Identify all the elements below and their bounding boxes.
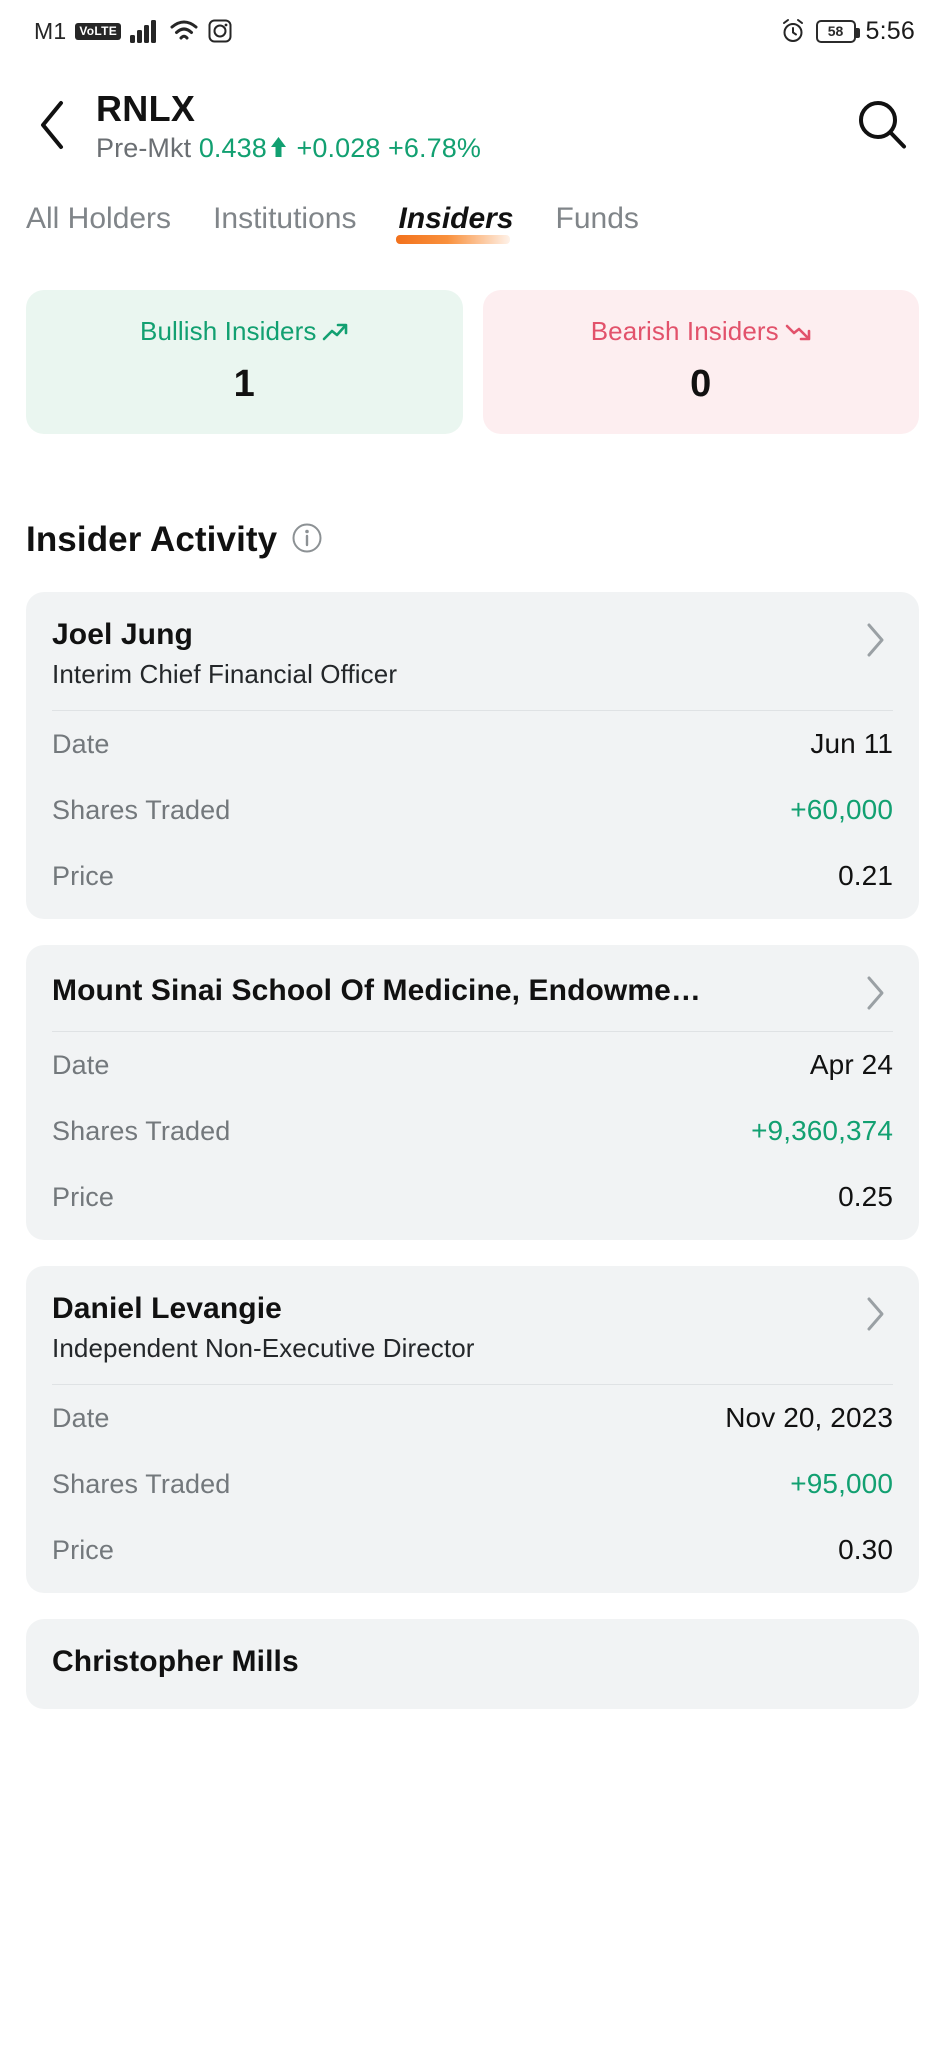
bullish-insiders-label: Bullish Insiders [140, 316, 317, 346]
insider-name: Joel Jung [52, 618, 193, 651]
row-label-date: Date [52, 728, 110, 759]
tab-label: Institutions [213, 202, 357, 235]
status-bar: M1 VoLTE 58 5:56 [0, 0, 945, 62]
insider-card[interactable]: Joel Jung Interim Chief Financial Office… [26, 592, 919, 919]
chevron-right-icon[interactable] [859, 1292, 893, 1332]
insider-shares-row: Shares Traded +60,000 [52, 777, 893, 843]
tab-label: Funds [555, 202, 639, 235]
tab-all-holders[interactable]: All Holders [26, 202, 171, 246]
trend-up-icon [322, 318, 348, 349]
insider-price-row: Price 0.21 [52, 843, 893, 909]
signal-bars-icon [130, 19, 160, 43]
insider-identity: Mount Sinai School Of Medicine, Endowme… [52, 974, 859, 1008]
sentiment-summary: Bullish Insiders 1 Bearish Insiders 0 [0, 246, 945, 434]
status-bar-left: M1 VoLTE [34, 18, 232, 45]
row-label-shares-traded: Shares Traded [52, 794, 231, 825]
session-label: Pre-Mkt [96, 133, 192, 164]
header-title-block: RNLX Pre-Mkt 0.438 +0.028 +6.78% [96, 87, 849, 165]
insider-activity-list: Joel Jung Interim Chief Financial Office… [0, 560, 945, 1709]
arrow-up-icon [270, 134, 287, 165]
status-bar-right: 58 5:56 [780, 17, 915, 46]
search-button[interactable] [849, 94, 915, 160]
insider-identity: Daniel Levangie Independent Non-Executiv… [52, 1292, 859, 1364]
insider-price-value: 0.21 [838, 860, 893, 891]
carrier-label: M1 [34, 17, 67, 44]
tab-insiders[interactable]: Insiders [396, 202, 514, 246]
insider-shares-value: +9,360,374 [751, 1115, 893, 1146]
insider-card-header[interactable]: Christopher Mills [52, 1645, 893, 1699]
row-label-shares-traded: Shares Traded [52, 1468, 231, 1499]
row-label-shares-traded: Shares Traded [52, 1115, 231, 1146]
insider-name: Christopher Mills [52, 1645, 299, 1678]
chevron-right-icon[interactable] [859, 971, 893, 1011]
search-icon [854, 97, 910, 158]
insider-card-header[interactable]: Joel Jung Interim Chief Financial Office… [52, 618, 893, 710]
active-tab-underline [396, 235, 510, 244]
clock-label: 5:56 [865, 16, 915, 45]
insider-name: Mount Sinai School Of Medicine, Endowme… [52, 974, 702, 1007]
insider-date-row: Date Jun 11 [52, 711, 893, 777]
page-title: Insider Activity [26, 520, 278, 559]
insider-identity: Christopher Mills [52, 1645, 893, 1679]
tab-label: Insiders [398, 202, 514, 235]
quote-change: +0.028 [296, 133, 381, 164]
chevron-right-icon[interactable] [859, 618, 893, 658]
volte-badge: VoLTE [75, 22, 122, 40]
insider-date-value: Apr 24 [809, 1049, 893, 1080]
bullish-insiders-label-row: Bullish Insiders [26, 316, 463, 349]
insider-card-header[interactable]: Daniel Levangie Independent Non-Executiv… [52, 1292, 893, 1384]
insider-shares-row: Shares Traded +95,000 [52, 1451, 893, 1517]
insider-date-row: Date Apr 24 [52, 1032, 893, 1098]
row-label-date: Date [52, 1402, 110, 1433]
row-label-price: Price [52, 1534, 115, 1565]
bullish-insiders-value: 1 [233, 363, 255, 405]
bearish-insiders-card[interactable]: Bearish Insiders 0 [482, 290, 920, 434]
quote-line: Pre-Mkt 0.438 +0.028 +6.78% [96, 133, 849, 165]
insider-date-value: Jun 11 [810, 728, 893, 759]
wifi-icon [169, 19, 199, 43]
insider-identity: Joel Jung Interim Chief Financial Office… [52, 618, 859, 690]
tab-label: All Holders [26, 202, 172, 235]
insider-role: Interim Chief Financial Officer [52, 659, 398, 689]
insider-date-row: Date Nov 20, 2023 [52, 1385, 893, 1451]
row-label-price: Price [52, 1181, 115, 1212]
insider-shares-value: +95,000 [790, 1468, 893, 1499]
insider-price-row: Price 0.30 [52, 1517, 893, 1583]
insider-price-value: 0.30 [838, 1534, 893, 1565]
insider-activity-header: Insider Activity [0, 434, 945, 560]
bullish-insiders-card[interactable]: Bullish Insiders 1 [26, 290, 463, 434]
insider-card-header[interactable]: Mount Sinai School Of Medicine, Endowme… [52, 971, 893, 1031]
quote-price: 0.438 [198, 133, 267, 164]
bearish-insiders-value: 0 [690, 363, 712, 405]
insider-shares-value: +60,000 [790, 794, 893, 825]
tab-institutions[interactable]: Institutions [213, 202, 356, 246]
row-label-date: Date [52, 1049, 110, 1080]
alarm-clock-icon [780, 18, 806, 44]
battery-indicator: 58 [815, 19, 860, 43]
holder-tabs: All Holders Institutions Insiders Funds [0, 178, 945, 246]
back-chevron-icon [35, 99, 69, 156]
ticker-symbol: RNLX [96, 87, 196, 129]
page-header: RNLX Pre-Mkt 0.438 +0.028 +6.78% [0, 62, 945, 178]
back-button[interactable] [22, 97, 82, 157]
row-label-price: Price [52, 860, 115, 891]
insider-name: Daniel Levangie [52, 1292, 282, 1325]
insider-card[interactable]: Christopher Mills [26, 1619, 919, 1709]
screen-record-icon [208, 19, 232, 43]
tab-funds[interactable]: Funds [556, 202, 639, 246]
info-circle-icon[interactable] [291, 522, 323, 559]
insider-price-value: 0.25 [838, 1181, 893, 1212]
insider-role: Independent Non-Executive Director [52, 1333, 475, 1363]
trend-down-icon [785, 318, 811, 349]
insider-card[interactable]: Daniel Levangie Independent Non-Executiv… [26, 1266, 919, 1593]
insider-date-value: Nov 20, 2023 [725, 1402, 893, 1433]
bearish-insiders-label-row: Bearish Insiders [483, 316, 920, 349]
quote-change-percent: +6.78% [388, 133, 481, 164]
insider-card[interactable]: Mount Sinai School Of Medicine, Endowme…… [26, 945, 919, 1240]
insider-shares-row: Shares Traded +9,360,374 [52, 1098, 893, 1164]
bearish-insiders-label: Bearish Insiders [590, 316, 779, 346]
insider-price-row: Price 0.25 [52, 1164, 893, 1230]
